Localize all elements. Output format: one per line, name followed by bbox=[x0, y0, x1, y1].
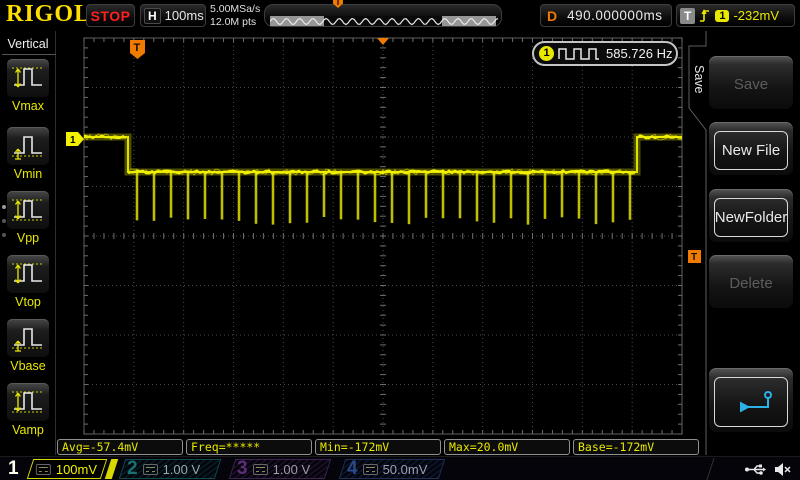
menu-button-vmax[interactable] bbox=[6, 58, 50, 98]
waveform-display-area: 1TT 1 585.726 Hz bbox=[56, 31, 706, 441]
freq-counter-channel-badge: 1 bbox=[539, 46, 554, 61]
top-status-bar: RIGOL STOP H 100ms 5.00MSa/s 12.0M pts T… bbox=[0, 0, 800, 31]
delay-label: D bbox=[547, 7, 558, 24]
right-soft-menu: Save Save New File NewFolder Delete bbox=[686, 31, 800, 455]
channel-1-number: 1 bbox=[8, 458, 19, 479]
menu-label-vpp: Vpp bbox=[16, 231, 40, 245]
channel-3-scale: 1.00 V bbox=[272, 461, 311, 477]
channel-2-number: 2 bbox=[127, 458, 138, 479]
channel-3-setting: 3 1.00 V bbox=[228, 458, 332, 479]
menu-label-vbase: Vbase bbox=[10, 359, 46, 373]
return-button[interactable] bbox=[708, 367, 794, 433]
vtop-measure-icon bbox=[12, 263, 44, 284]
trigger-settings-box[interactable]: T 1 -232mV bbox=[676, 4, 795, 27]
return-arrow-icon bbox=[740, 391, 772, 413]
square-wave-icon bbox=[558, 47, 599, 60]
vmin-measure-icon bbox=[12, 136, 44, 160]
channel-1-scale: 100mV bbox=[56, 461, 98, 477]
measurement-avg: Avg=-57.4mV bbox=[57, 439, 183, 455]
left-menu-title: Vertical bbox=[0, 37, 56, 55]
menu-button-vtop[interactable] bbox=[6, 254, 50, 294]
svg-text:T: T bbox=[134, 42, 141, 54]
horizontal-center-marker bbox=[377, 38, 389, 45]
status-separator bbox=[706, 458, 715, 480]
menu-button-vpp[interactable] bbox=[6, 190, 50, 230]
preview-waveform bbox=[270, 17, 498, 26]
soft-button-newfolder[interactable]: NewFolder bbox=[708, 188, 794, 243]
soft-button-delete[interactable]: Delete bbox=[708, 254, 794, 309]
channel-status-bar: 1 100mV 2 1.00 V 3 1.00 V 4 50.0mV bbox=[0, 456, 800, 480]
speaker-muted-icon bbox=[775, 462, 791, 476]
soft-button-new-file[interactable]: New File bbox=[708, 121, 794, 176]
memory-depth: 12.0M pts bbox=[210, 15, 257, 28]
vbase-measure-icon bbox=[12, 328, 44, 352]
sample-rate: 5.00MSa/s bbox=[210, 3, 261, 15]
menu-label-vmax: Vmax bbox=[12, 99, 44, 113]
measurement-max: Max=20.0mV bbox=[444, 439, 570, 455]
channel1-ground-marker: 1 bbox=[66, 132, 84, 146]
waveform-memory-preview[interactable]: T bbox=[264, 0, 502, 27]
vamp-measure-icon bbox=[12, 391, 44, 413]
trigger-source-badge: 1 bbox=[715, 9, 730, 22]
soft-button-label: NewFolder bbox=[714, 198, 788, 237]
channel-4-number: 4 bbox=[347, 458, 358, 479]
measurement-freq: Freq=***** bbox=[186, 439, 312, 455]
horizontal-timebase-box[interactable]: H 100ms bbox=[140, 4, 206, 27]
dc-coupling-icon bbox=[362, 463, 378, 475]
delay-value: 490.000000ms bbox=[567, 8, 663, 23]
frequency-counter: 1 585.726 Hz bbox=[532, 41, 678, 66]
rigol-logo: RIGOL bbox=[6, 1, 92, 27]
active-channel-stripe bbox=[104, 459, 119, 479]
preview-trigger-flag: T bbox=[333, 0, 343, 8]
channel-4-scale: 50.0mV bbox=[382, 461, 428, 477]
soft-button-label: Delete bbox=[729, 275, 773, 292]
run-state-indicator[interactable]: STOP bbox=[86, 4, 135, 27]
menu-label-vamp: Vamp bbox=[12, 423, 44, 437]
channel-2-setting: 2 1.00 V bbox=[118, 458, 222, 479]
horizontal-label: H bbox=[144, 7, 161, 24]
freq-counter-value: 585.726 Hz bbox=[606, 46, 673, 61]
channel-1-setting: 100mV bbox=[26, 459, 108, 479]
trigger-delay-box[interactable]: D 490.000000ms bbox=[540, 4, 672, 27]
trigger-position-flag: T bbox=[130, 40, 145, 59]
timebase-value: 100ms bbox=[164, 8, 204, 23]
measurement-base: Base=-172mV bbox=[573, 439, 699, 455]
vpp-measure-icon bbox=[12, 199, 44, 221]
soft-button-label: New File bbox=[714, 131, 788, 170]
usb-icon bbox=[745, 464, 766, 475]
measurement-min: Min=-172mV bbox=[315, 439, 441, 455]
menu-label-vtop: Vtop bbox=[15, 295, 41, 309]
dc-coupling-icon bbox=[36, 463, 51, 475]
soft-button-label: Save bbox=[733, 76, 769, 93]
channel-4-setting: 4 50.0mV bbox=[338, 458, 446, 479]
trigger-label: T bbox=[680, 7, 696, 24]
menu-label-vmin: Vmin bbox=[13, 167, 43, 181]
left-measure-menu: Vertical Vmax Vmin Vpp Vtop Vbase Vamp bbox=[0, 31, 56, 455]
dc-coupling-icon bbox=[142, 463, 158, 475]
channel-2-scale: 1.00 V bbox=[162, 461, 201, 477]
svg-text:1: 1 bbox=[70, 135, 76, 146]
menu-button-vmin[interactable] bbox=[6, 126, 50, 166]
trigger-level-value: -232mV bbox=[733, 8, 779, 23]
menu-button-vbase[interactable] bbox=[6, 318, 50, 358]
channel-3-number: 3 bbox=[237, 458, 248, 479]
rising-edge-icon bbox=[700, 9, 710, 22]
acquisition-info: 5.00MSa/s 12.0M pts bbox=[210, 3, 260, 28]
graticule-and-waveform: 1TT bbox=[66, 37, 701, 435]
soft-button-save[interactable]: Save bbox=[708, 55, 794, 110]
dc-coupling-icon bbox=[252, 463, 268, 475]
vmax-measure-icon bbox=[12, 67, 44, 88]
oscilloscope-screen: RIGOL STOP H 100ms 5.00MSa/s 12.0M pts T… bbox=[0, 0, 800, 480]
menu-button-vamp[interactable] bbox=[6, 382, 50, 422]
run-state-label: STOP bbox=[90, 7, 131, 24]
menu-tab-save: Save bbox=[692, 64, 706, 94]
